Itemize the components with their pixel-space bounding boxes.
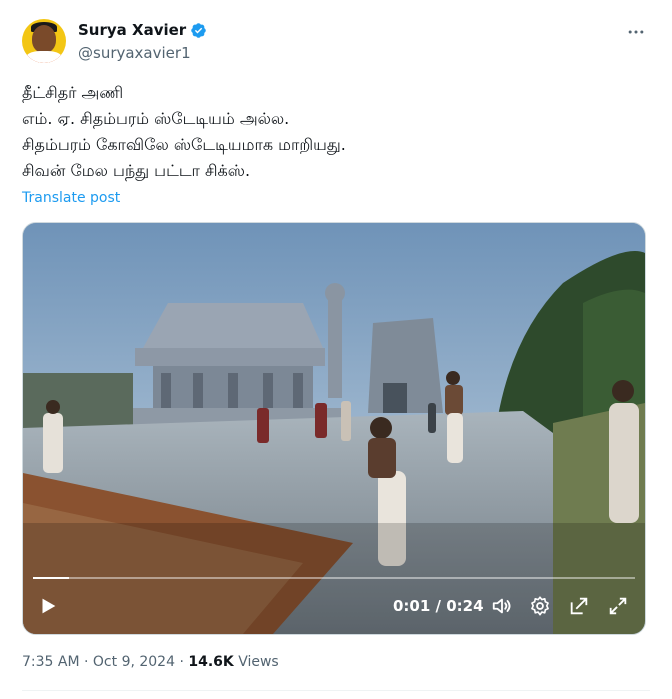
picture-in-picture-icon[interactable]	[568, 595, 590, 617]
settings-gear-icon[interactable]	[529, 595, 551, 617]
tweet-line: சிதம்பரம் கோவிலே ஸ்டேடியமாக மாறியது.	[22, 135, 346, 154]
video-time-display: 0:01 / 0:24	[393, 597, 484, 615]
meta-separator: ·	[175, 654, 189, 670]
play-icon[interactable]	[37, 595, 59, 617]
tweet-line: எம். ஏ. சிதம்பரம் ஸ்டேடியம் அல்ல.	[22, 109, 290, 128]
views-label: Views	[233, 654, 279, 670]
tweet-meta: 7:35 AM · Oct 9, 2024 · 14.6K Views	[22, 654, 279, 670]
tweet-time[interactable]: 7:35 AM	[22, 654, 80, 670]
video-frame	[23, 223, 645, 634]
tweet-line: சிவன் மேல பந்து பட்டா சிக்ஸ்.	[22, 161, 251, 180]
author-display-name[interactable]: Surya Xavier	[78, 21, 186, 39]
author-handle[interactable]: @suryaxavier1	[78, 44, 191, 62]
tweet-line: தீட்சிதர் அணி	[22, 83, 124, 102]
video-progress-fill	[33, 577, 70, 579]
verified-badge-icon	[191, 22, 206, 38]
video-progress-bar[interactable]	[33, 577, 635, 579]
avatar-face	[32, 25, 56, 53]
more-horizontal-icon	[628, 30, 644, 34]
meta-separator: ·	[79, 654, 93, 670]
volume-icon[interactable]	[491, 595, 513, 617]
translate-post-link[interactable]: Translate post	[22, 190, 120, 206]
fullscreen-icon[interactable]	[607, 595, 629, 617]
tweet-text: தீட்சிதர் அணி எம். ஏ. சிதம்பரம் ஸ்டேடியம…	[22, 80, 642, 184]
video-player[interactable]: 0:01 / 0:24	[22, 222, 646, 635]
views-count: 14.6K	[188, 654, 234, 670]
author-name-row: Surya Xavier	[78, 21, 207, 39]
tweet-date[interactable]: Oct 9, 2024	[93, 654, 175, 670]
video-controls: 0:01 / 0:24	[23, 591, 645, 621]
more-options-button[interactable]	[624, 20, 648, 44]
author-avatar[interactable]	[22, 19, 66, 63]
divider	[22, 690, 650, 691]
avatar-shirt	[26, 51, 62, 63]
